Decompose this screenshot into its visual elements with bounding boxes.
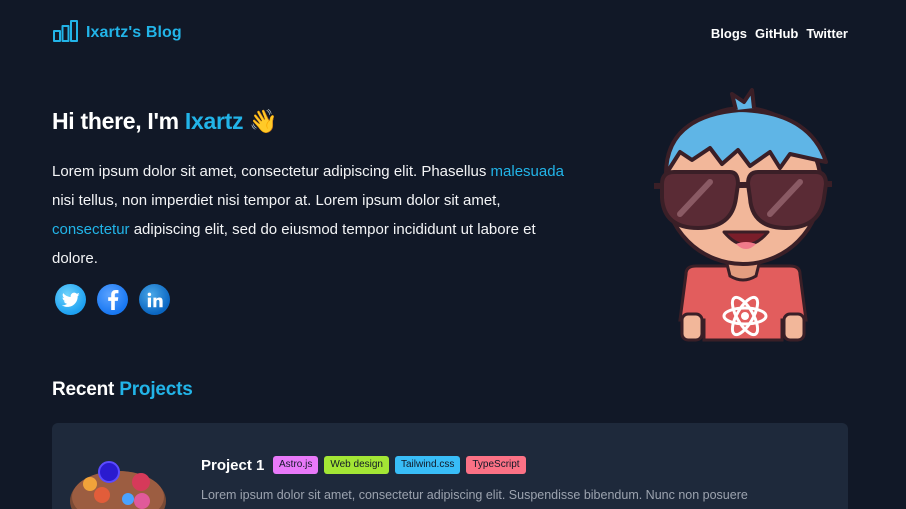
intro-paragraph: Lorem ipsum dolor sit amet, consectetur … bbox=[52, 157, 572, 273]
section-title-prefix: Recent bbox=[52, 379, 115, 400]
main-nav: Blogs GitHub Twitter bbox=[711, 26, 848, 41]
intro-text-2: nisi tellus, non imperdiet nisi tempor a… bbox=[52, 192, 501, 209]
intro-link-malesuada[interactable]: malesuada bbox=[491, 163, 564, 180]
page: Ixartz's Blog Blogs GitHub Twitter Hi th… bbox=[0, 0, 906, 509]
intro-link-consectetur[interactable]: consectetur bbox=[52, 221, 130, 238]
wave-icon: 👋 bbox=[249, 108, 278, 134]
section-title-accent: Projects bbox=[119, 379, 193, 400]
avatar-illustration bbox=[640, 88, 846, 342]
nav-github-link[interactable]: GitHub bbox=[755, 26, 798, 41]
linkedin-icon[interactable] bbox=[139, 284, 170, 315]
tag-web-design: Web design bbox=[324, 456, 389, 474]
project-title[interactable]: Project 1 bbox=[201, 457, 264, 474]
nav-twitter-link[interactable]: Twitter bbox=[806, 26, 848, 41]
social-links bbox=[55, 284, 170, 315]
tag-astro: Astro.js bbox=[273, 456, 319, 474]
recent-projects-heading: Recent Projects bbox=[52, 379, 193, 401]
chart-logo-icon bbox=[52, 19, 79, 48]
project-description: Lorem ipsum dolor sit amet, consectetur … bbox=[201, 488, 748, 502]
tag-tailwind: Tailwind.css bbox=[394, 456, 461, 474]
header: Ixartz's Blog Blogs GitHub Twitter bbox=[52, 18, 848, 48]
hero-name: Ixartz bbox=[184, 108, 244, 134]
hero-title: Hi there, I'm Ixartz 👋 bbox=[52, 108, 278, 135]
project-tags: Astro.js Web design Tailwind.css TypeScr… bbox=[273, 456, 526, 474]
facebook-icon[interactable] bbox=[97, 284, 128, 315]
palette-icon bbox=[68, 459, 168, 509]
tag-typescript: TypeScript bbox=[466, 456, 526, 474]
brand-link[interactable]: Ixartz's Blog bbox=[52, 19, 182, 48]
hero-greeting: Hi there, I'm bbox=[52, 108, 179, 134]
brand-name: Ixartz's Blog bbox=[86, 24, 182, 41]
intro-text-1: Lorem ipsum dolor sit amet, consectetur … bbox=[52, 163, 491, 180]
project-card[interactable]: Project 1 Astro.js Web design Tailwind.c… bbox=[52, 423, 848, 509]
nav-blogs-link[interactable]: Blogs bbox=[711, 26, 747, 41]
twitter-icon[interactable] bbox=[55, 284, 86, 315]
